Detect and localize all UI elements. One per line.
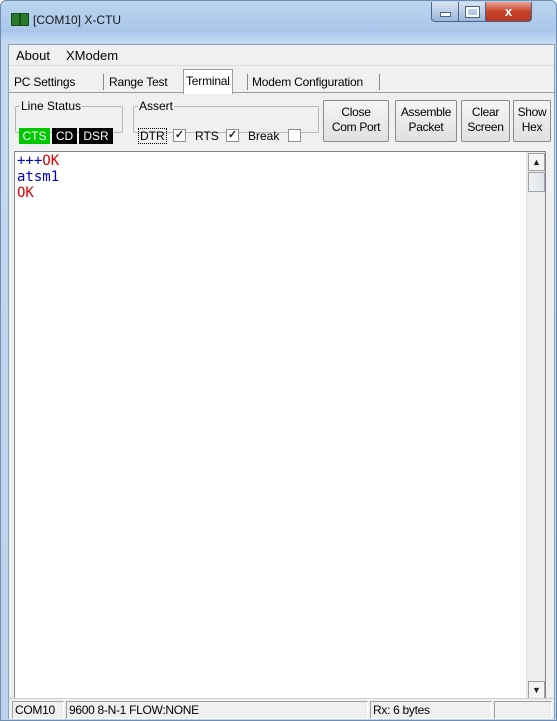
menu-xmodem[interactable]: XModem xyxy=(66,48,118,63)
tab-separator xyxy=(103,74,104,90)
tab-separator xyxy=(247,74,248,90)
clear-screen-label-1: Clear xyxy=(471,105,500,119)
tab-modem-configuration[interactable]: Modem Configuration xyxy=(250,72,365,92)
client-area: About XModem PC Settings Range Test Term… xyxy=(8,44,555,719)
dtr-label[interactable]: DTR xyxy=(138,128,167,144)
close-com-port-label-2: Com Port xyxy=(331,120,381,134)
line-status-group: Line Status CTS CD DSR xyxy=(15,99,123,144)
dsr-indicator: DSR xyxy=(79,128,113,144)
assert-legend: Assert xyxy=(139,99,174,113)
close-com-port-label-1: Close xyxy=(341,105,371,119)
terminal-line-2: atsm1 xyxy=(17,169,59,185)
terminal-text-sent: +++ xyxy=(17,153,43,169)
scroll-down-arrow-icon[interactable]: ▼ xyxy=(528,681,545,699)
tab-pc-settings[interactable]: PC Settings xyxy=(12,72,77,92)
cts-indicator: CTS xyxy=(19,128,50,144)
show-hex-button[interactable]: Show Hex xyxy=(513,100,551,142)
assemble-packet-label-2: Packet xyxy=(408,120,444,134)
maximize-icon xyxy=(465,6,479,17)
tab-range-test[interactable]: Range Test xyxy=(107,72,170,92)
close-icon: x xyxy=(504,4,513,19)
minimize-icon xyxy=(439,12,451,17)
tab-strip: PC Settings Range Test Terminal Modem Co… xyxy=(9,69,554,95)
break-label[interactable]: Break xyxy=(248,128,279,144)
status-port: COM10 xyxy=(12,701,64,719)
minimize-button[interactable] xyxy=(431,2,459,22)
app-window: [COM10] X-CTU x About XModem PC Settings… xyxy=(0,0,557,721)
close-button[interactable]: x xyxy=(485,2,532,22)
assemble-packet-label-1: Assemble xyxy=(400,105,452,119)
window-title: [COM10] X-CTU xyxy=(33,13,122,27)
scroll-up-arrow-icon[interactable]: ▲ xyxy=(528,153,545,171)
rts-checkbox[interactable]: ✓ xyxy=(226,129,239,142)
assert-group: Assert DTR ✓ RTS ✓ Break xyxy=(133,99,319,144)
show-hex-label-1: Show xyxy=(517,105,547,119)
cd-indicator: CD xyxy=(52,128,77,144)
maximize-button[interactable] xyxy=(458,2,486,22)
close-com-port-button[interactable]: Close Com Port xyxy=(323,100,389,142)
app-icon[interactable] xyxy=(11,12,29,26)
tab-terminal[interactable]: Terminal xyxy=(183,69,233,94)
clear-screen-label-2: Screen xyxy=(467,120,504,134)
line-status-legend: Line Status xyxy=(21,99,82,113)
dtr-checkbox[interactable]: ✓ xyxy=(173,129,186,142)
terminal-text-received: OK xyxy=(17,185,34,201)
status-bar: COM10 9600 8-N-1 FLOW:NONE Rx: 6 bytes xyxy=(9,698,554,719)
terminal-scrollbar[interactable]: ▲ ▼ xyxy=(526,152,545,700)
break-checkbox[interactable] xyxy=(288,129,301,142)
menu-bar: About XModem xyxy=(9,45,554,66)
terminal-output[interactable]: +++OK atsm1 OK ▲ ▼ xyxy=(14,151,546,701)
terminal-line-1: +++OK xyxy=(17,153,59,169)
title-bar[interactable]: [COM10] X-CTU x xyxy=(1,1,556,41)
terminal-text-sent: atsm1 xyxy=(17,169,60,185)
tab-separator xyxy=(379,74,380,90)
terminal-tab-panel: Line Status CTS CD DSR Assert DTR ✓ RTS … xyxy=(9,93,554,705)
terminal-line-3: OK xyxy=(17,185,34,201)
show-hex-label-2: Hex xyxy=(521,120,543,134)
status-rx: Rx: 6 bytes xyxy=(370,701,492,719)
clear-screen-button[interactable]: Clear Screen xyxy=(461,100,510,142)
terminal-text-received: OK xyxy=(42,153,60,169)
scroll-thumb[interactable] xyxy=(528,172,545,192)
assemble-packet-button[interactable]: Assemble Packet xyxy=(395,100,457,142)
status-empty xyxy=(494,701,552,719)
status-settings: 9600 8-N-1 FLOW:NONE xyxy=(66,701,368,719)
menu-about[interactable]: About xyxy=(16,48,50,63)
rts-label[interactable]: RTS xyxy=(195,128,219,144)
